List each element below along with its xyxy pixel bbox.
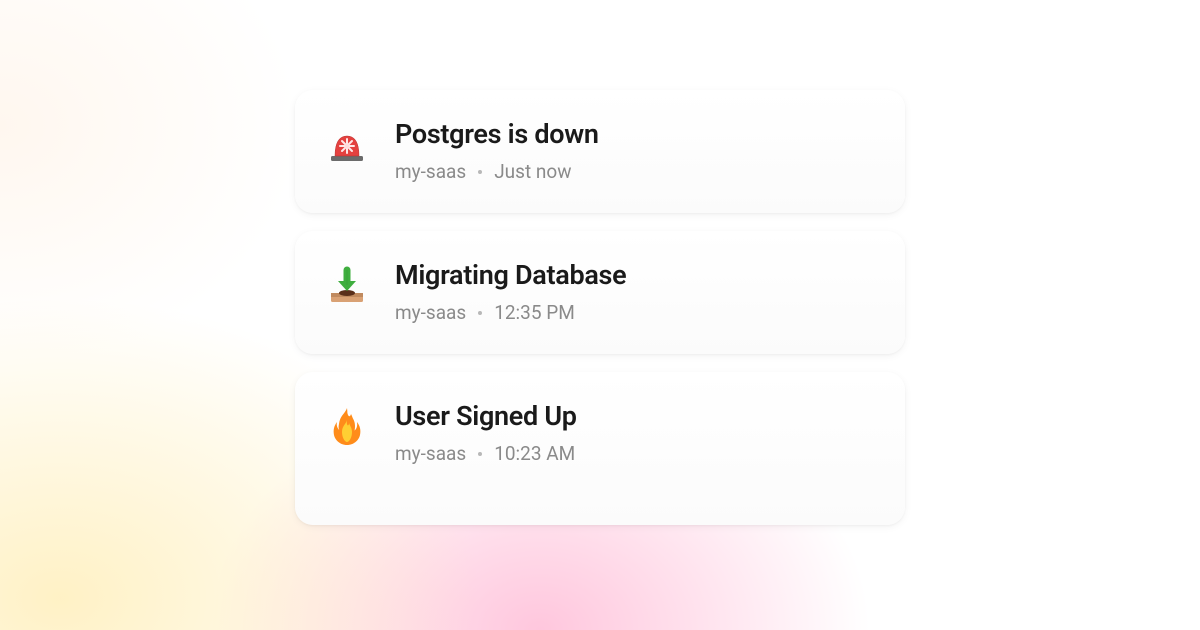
notification-card[interactable]: Migrating Database my-saas 12:35 PM: [295, 231, 905, 354]
notification-card[interactable]: User Signed Up my-saas 10:23 AM: [295, 372, 905, 525]
notification-title: User Signed Up: [395, 400, 875, 432]
notification-body: Migrating Database my-saas 12:35 PM: [395, 259, 875, 324]
notification-title: Migrating Database: [395, 259, 875, 291]
notification-body: User Signed Up my-saas 10:23 AM: [395, 400, 875, 465]
fire-icon: [325, 404, 369, 448]
notification-title: Postgres is down: [395, 118, 875, 150]
meta-separator-icon: [478, 170, 482, 174]
notification-time: Just now: [494, 160, 571, 183]
notification-time: 10:23 AM: [494, 442, 575, 465]
notification-time: 12:35 PM: [494, 301, 575, 324]
siren-icon: [325, 122, 369, 166]
notification-source: my-saas: [395, 442, 466, 465]
notification-meta: my-saas 12:35 PM: [395, 301, 875, 324]
notification-body: Postgres is down my-saas Just now: [395, 118, 875, 183]
meta-separator-icon: [478, 311, 482, 315]
notification-meta: my-saas 10:23 AM: [395, 442, 875, 465]
meta-separator-icon: [478, 452, 482, 456]
download-tray-icon: [325, 263, 369, 307]
notification-list: Postgres is down my-saas Just now: [295, 90, 905, 525]
notification-source: my-saas: [395, 301, 466, 324]
notification-card[interactable]: Postgres is down my-saas Just now: [295, 90, 905, 213]
notification-meta: my-saas Just now: [395, 160, 875, 183]
notification-source: my-saas: [395, 160, 466, 183]
